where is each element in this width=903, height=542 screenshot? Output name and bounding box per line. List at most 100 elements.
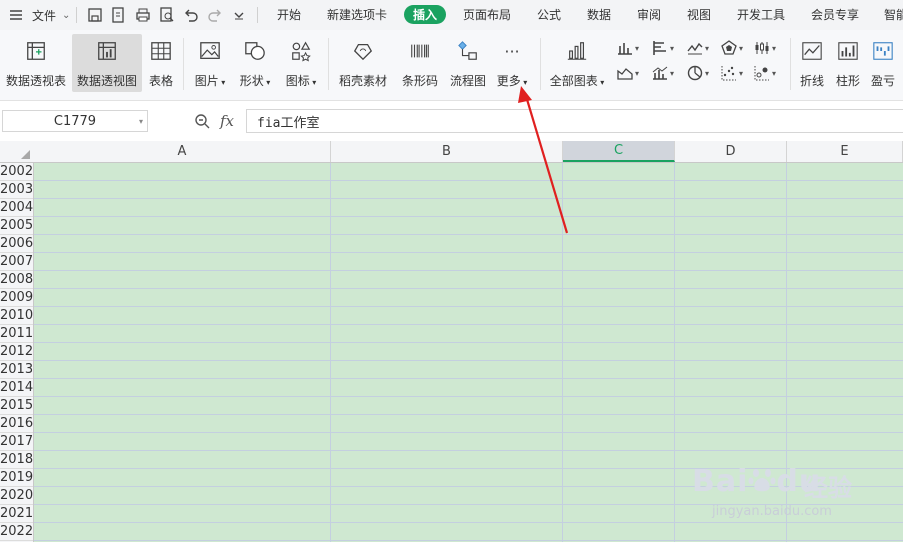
gridline (34, 216, 903, 217)
row-header[interactable]: 2012 (0, 343, 33, 361)
file-menu-label[interactable]: 文件 (32, 7, 56, 24)
chevron-down-icon[interactable]: ⌄ (62, 10, 70, 21)
row-header[interactable]: 2006 (0, 235, 33, 253)
sparkline-column-button[interactable]: 柱形 (832, 38, 864, 89)
column-header-b[interactable]: B (331, 141, 563, 162)
tab-review[interactable]: 审阅 (637, 6, 661, 23)
row-header[interactable]: 2022 (0, 523, 33, 541)
insert-function-button[interactable]: fx (220, 112, 234, 130)
table-label: 表格 (148, 74, 173, 88)
more-button[interactable]: ··· 更多 ▾ (494, 38, 530, 89)
ribbon-insert: 数据透视表 数据透视图 表格 图片 ▾ 形状 ▾ 图标 ▾ 稻壳素材 条形码 流… (0, 30, 903, 101)
divider (183, 38, 184, 90)
row-header[interactable]: 2015 (0, 397, 33, 415)
column-header-a[interactable]: A (34, 141, 331, 162)
select-all-corner[interactable] (0, 141, 34, 162)
scatter-chart-button[interactable]: ▾ (721, 63, 751, 83)
column-header-c[interactable]: C (563, 141, 675, 162)
line-chart-icon (687, 42, 703, 55)
shape-button[interactable]: 形状 ▾ (236, 38, 274, 89)
tab-new-tab[interactable]: 新建选项卡 (327, 6, 387, 23)
row-header[interactable]: 2007 (0, 253, 33, 271)
radar-chart-button[interactable]: ▾ (721, 38, 751, 58)
row-header[interactable]: 2005 (0, 217, 33, 235)
pivot-table-label: 数据透视表 (5, 74, 66, 88)
pie-chart-button[interactable]: ▾ (687, 63, 717, 83)
sparkline-line-button[interactable]: 折线 (796, 38, 828, 89)
formula-input[interactable]: fia工作室 (246, 109, 903, 133)
row-header[interactable]: 2011 (0, 325, 33, 343)
gridline (34, 288, 903, 289)
row-header[interactable]: 2019 (0, 469, 33, 487)
hamburger-menu-icon[interactable] (8, 7, 24, 23)
row-header[interactable]: 2016 (0, 415, 33, 433)
row-header[interactable]: 2021 (0, 505, 33, 523)
line-chart-button[interactable]: ▾ (687, 38, 717, 58)
area-chart-button[interactable]: ▾ (617, 63, 647, 83)
row-header[interactable]: 2014 (0, 379, 33, 397)
tab-developer[interactable]: 开发工具 (737, 6, 785, 23)
column-header-d[interactable]: D (675, 141, 787, 162)
tab-data[interactable]: 数据 (587, 6, 611, 23)
gridline (34, 234, 903, 235)
column-header-bar: A B C D E (0, 141, 903, 163)
chevron-down-icon[interactable]: ▾ (139, 117, 143, 126)
all-charts-button[interactable]: 全部图表 ▾ (548, 38, 606, 89)
formula-bar: C1779 ▾ fx fia工作室 (0, 106, 903, 136)
row-header[interactable]: 2020 (0, 487, 33, 505)
combo-chart-icon (652, 66, 668, 80)
pivot-chart-button[interactable]: 数据透视图 (72, 34, 142, 92)
column-header-e[interactable]: E (787, 141, 903, 162)
tab-home[interactable]: 开始 (277, 6, 301, 23)
table-button[interactable]: 表格 (146, 38, 176, 89)
sparkline-winloss-button[interactable]: 盈亏 (867, 38, 899, 89)
stock-chart-button[interactable]: ▾ (754, 38, 784, 58)
bar-chart-button[interactable]: ▾ (652, 38, 682, 58)
row-header[interactable]: 2004 (0, 199, 33, 217)
row-header[interactable]: 2013 (0, 361, 33, 379)
column-chart-button[interactable]: ▾ (617, 38, 647, 58)
zoom-search-icon[interactable] (194, 113, 210, 129)
print-icon[interactable] (135, 7, 151, 23)
gridline (34, 396, 903, 397)
gridline (34, 342, 903, 343)
gridline (34, 432, 903, 433)
menu-bar: 文件 ⌄ 开始 新建选项卡 插入 页面布局 公式 数据 审阅 视图 开发工具 会… (0, 0, 903, 30)
undo-icon[interactable] (183, 7, 199, 23)
pivot-table-button[interactable]: 数据透视表 (4, 38, 68, 89)
picture-button[interactable]: 图片 ▾ (192, 38, 228, 89)
divider (76, 7, 78, 23)
row-header[interactable]: 2018 (0, 451, 33, 469)
quick-access-toolbar: 文件 ⌄ (4, 4, 264, 26)
name-box[interactable]: C1779 ▾ (2, 110, 148, 132)
tab-smart[interactable]: 智能 (884, 6, 903, 23)
gridline (34, 540, 903, 541)
tab-formulas[interactable]: 公式 (537, 6, 561, 23)
barcode-icon (407, 38, 433, 64)
flowchart-button[interactable]: 流程图 (446, 38, 490, 89)
export-pdf-icon[interactable] (111, 7, 127, 23)
print-preview-icon[interactable] (159, 7, 175, 23)
docer-material-button[interactable]: 稻壳素材 (336, 38, 390, 89)
row-header[interactable]: 2002 (0, 163, 33, 181)
customize-toolbar-icon[interactable] (231, 7, 247, 23)
combo-chart-button[interactable]: ▾ (652, 63, 682, 83)
sparkline-line-label: 折线 (799, 74, 824, 88)
tab-view[interactable]: 视图 (687, 6, 711, 23)
save-icon[interactable] (87, 7, 103, 23)
all-charts-label: 全部图表 ▾ (549, 74, 605, 88)
icon-button[interactable]: 图标 ▾ (282, 38, 320, 89)
row-header[interactable]: 2003 (0, 181, 33, 199)
row-header[interactable]: 2010 (0, 307, 33, 325)
redo-icon[interactable] (207, 7, 223, 23)
tab-insert[interactable]: 插入 (404, 5, 447, 24)
row-header-bar: 2002 2003 2004 2005 2006 2007 2008 2009 2010 2011… (0, 163, 34, 542)
tab-member[interactable]: 会员专享 (811, 6, 859, 23)
barcode-button[interactable]: 条形码 (398, 38, 442, 89)
row-header[interactable]: 2017 (0, 433, 33, 451)
bubble-chart-button[interactable]: ▾ (754, 63, 784, 83)
tab-page-layout[interactable]: 页面布局 (463, 6, 511, 23)
row-header[interactable]: 2008 (0, 271, 33, 289)
icon-label: 图标 ▾ (285, 74, 317, 88)
row-header[interactable]: 2009 (0, 289, 33, 307)
